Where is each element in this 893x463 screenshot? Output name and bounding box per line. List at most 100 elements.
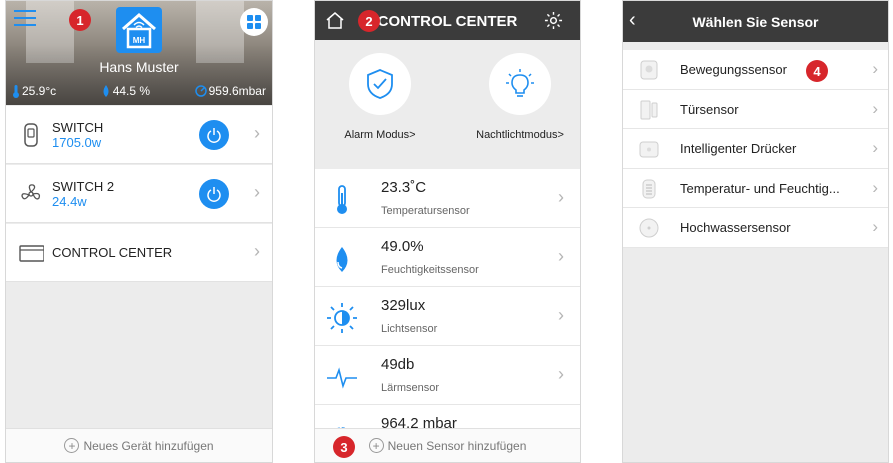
- chevron-right-icon: ›: [254, 241, 260, 261]
- device-name: SWITCH: [52, 120, 104, 135]
- plus-icon: +: [368, 438, 384, 453]
- device-row-control-center[interactable]: CONTROL CENTER ›: [6, 224, 272, 282]
- chevron-right-icon: ›: [872, 177, 878, 197]
- add-device-label: Neues Gerät hinzufügen: [83, 438, 214, 453]
- home-header: MH 1 Hans Muster 25.9°c 44.5 % 959.6mbar: [6, 1, 272, 105]
- select-sensor-screen: ‹ Wählen Sie Sensor Bewegungssensor › Tü…: [622, 0, 889, 463]
- control-box-icon: [19, 245, 44, 262]
- chevron-right-icon: ›: [872, 98, 878, 118]
- pressure-value: 959.6mbar: [208, 84, 266, 98]
- thermometer-icon: [337, 185, 347, 214]
- chevron-right-icon: ›: [872, 59, 878, 78]
- sun-icon: [327, 303, 357, 333]
- menu-icon[interactable]: [14, 10, 36, 26]
- logo-text: MH: [133, 36, 146, 45]
- droplet-icon: [336, 247, 348, 272]
- waveform-icon: [327, 367, 357, 389]
- sensor-value: 49.0%: [381, 238, 424, 255]
- chevron-right-icon: ›: [558, 364, 564, 384]
- humidity-value: 44.5 %: [112, 84, 151, 98]
- temp-humidity-sensor-icon: [642, 179, 656, 198]
- sensor-type-pusher[interactable]: Intelligenter Drücker ›: [623, 129, 888, 169]
- chevron-right-icon: ›: [558, 305, 564, 325]
- gear-icon[interactable]: [544, 11, 563, 30]
- sensor-name: Lichtsensor: [381, 323, 438, 335]
- bulb-icon: [506, 69, 534, 97]
- sensor-row-pressure[interactable]: 964.2 mbar: [315, 405, 580, 429]
- device-power: 24.4w: [52, 194, 87, 209]
- fan-icon: [21, 184, 41, 200]
- motion-sensor-icon: [640, 60, 658, 80]
- alarm-mode-label: Alarm Modus>: [344, 129, 416, 141]
- user-name: Hans Muster: [99, 59, 179, 75]
- power-toggle-button[interactable]: [199, 120, 229, 150]
- sensor-name: Temperatursensor: [381, 205, 470, 217]
- water-sensor-icon: [639, 218, 659, 238]
- step-badge: 1: [69, 9, 91, 31]
- thermometer-icon: [13, 84, 19, 98]
- alarm-mode-circle: [349, 53, 411, 115]
- plus-icon: +: [64, 438, 80, 453]
- sensor-value: 964.2 mbar: [381, 415, 457, 429]
- sensor-type-label: Hochwassersensor: [680, 220, 791, 235]
- device-row-switch[interactable]: SWITCH 1705.0w ›: [6, 106, 272, 164]
- sensor-value: 23.3˚C: [381, 179, 427, 196]
- alarm-mode-button[interactable]: Alarm Modus>: [325, 53, 435, 141]
- sensor-type-list: Bewegungssensor › Türsensor › Intelligen…: [623, 50, 888, 248]
- add-sensor-label: Neuen Sensor hinzufügen: [387, 438, 527, 453]
- device-power: 1705.0w: [52, 135, 102, 150]
- night-light-mode-button[interactable]: Nachtlichtmodus>: [465, 53, 575, 141]
- add-device-button[interactable]: + Neues Gerät hinzufügen: [6, 428, 272, 462]
- control-center-header: CONTROL CENTER: [315, 1, 580, 40]
- humidity-stat: 44.5 %: [101, 84, 150, 98]
- select-sensor-header: ‹ Wählen Sie Sensor: [623, 1, 888, 42]
- sensor-type-label: Türsensor: [680, 101, 739, 117]
- chevron-right-icon: ›: [872, 138, 878, 157]
- door-sensor-icon: [640, 100, 658, 119]
- sensor-row-noise[interactable]: 49db Lärmsensor ›: [315, 346, 580, 405]
- page-title: Wählen Sie Sensor: [692, 14, 819, 30]
- grid-view-button[interactable]: [240, 8, 268, 36]
- sensor-name: Feuchtigkeitssensor: [381, 264, 479, 276]
- gauge-icon: [194, 85, 207, 97]
- sensor-list: 23.3˚C Temperatursensor › 49.0% Feuchtig…: [315, 169, 580, 429]
- sensor-row-temperature[interactable]: 23.3˚C Temperatursensor ›: [315, 169, 580, 228]
- chevron-right-icon: ›: [558, 246, 564, 266]
- sensor-row-light[interactable]: 329lux Lichtsensor ›: [315, 287, 580, 346]
- droplet-icon: [103, 85, 109, 97]
- temperature-stat: 25.9°c: [12, 84, 56, 98]
- sensor-type-door[interactable]: Türsensor ›: [623, 90, 888, 129]
- power-icon: [207, 128, 221, 143]
- sensor-name: Lärmsensor: [381, 382, 440, 394]
- night-light-circle: [489, 53, 551, 115]
- sensor-type-motion[interactable]: Bewegungssensor ›: [623, 50, 888, 90]
- step-badge: 3: [333, 436, 355, 458]
- chevron-right-icon: ›: [254, 123, 260, 143]
- control-center-screen: CONTROL CENTER 2 Alarm Modus> Nachtlicht…: [314, 0, 581, 463]
- sensor-type-water[interactable]: Hochwassersensor ›: [623, 208, 888, 248]
- power-toggle-button[interactable]: [199, 179, 229, 209]
- power-icon: [207, 187, 221, 202]
- home-screen: MH 1 Hans Muster 25.9°c 44.5 % 959.6mbar: [5, 0, 273, 463]
- device-name: SWITCH 2: [52, 179, 115, 194]
- sensor-type-label: Intelligenter Drücker: [680, 141, 797, 156]
- sensor-value: 49db: [381, 356, 415, 373]
- step-badge: 4: [806, 60, 828, 82]
- chevron-right-icon: ›: [872, 217, 878, 236]
- pressure-stat: 959.6mbar: [194, 84, 266, 98]
- sensor-row-humidity[interactable]: 49.0% Feuchtigkeitssensor ›: [315, 228, 580, 287]
- plug-icon: [24, 123, 38, 147]
- shield-icon: [367, 69, 393, 99]
- sensor-value: 329lux: [381, 297, 426, 314]
- page-title: CONTROL CENTER: [377, 13, 518, 30]
- step-badge: 2: [358, 10, 380, 32]
- chevron-right-icon: ›: [254, 182, 260, 202]
- device-row-switch-2[interactable]: SWITCH 2 24.4w ›: [6, 165, 272, 223]
- sensor-type-label: Temperatur- und Feuchtig...: [680, 180, 840, 196]
- home-logo: MH: [116, 7, 162, 53]
- grid-icon: [247, 15, 261, 29]
- house-icon: MH: [122, 13, 156, 49]
- sensor-type-label: Bewegungssensor: [680, 62, 787, 77]
- sensor-type-temp-humidity[interactable]: Temperatur- und Feuchtig... ›: [623, 169, 888, 208]
- device-name: CONTROL CENTER: [52, 245, 173, 260]
